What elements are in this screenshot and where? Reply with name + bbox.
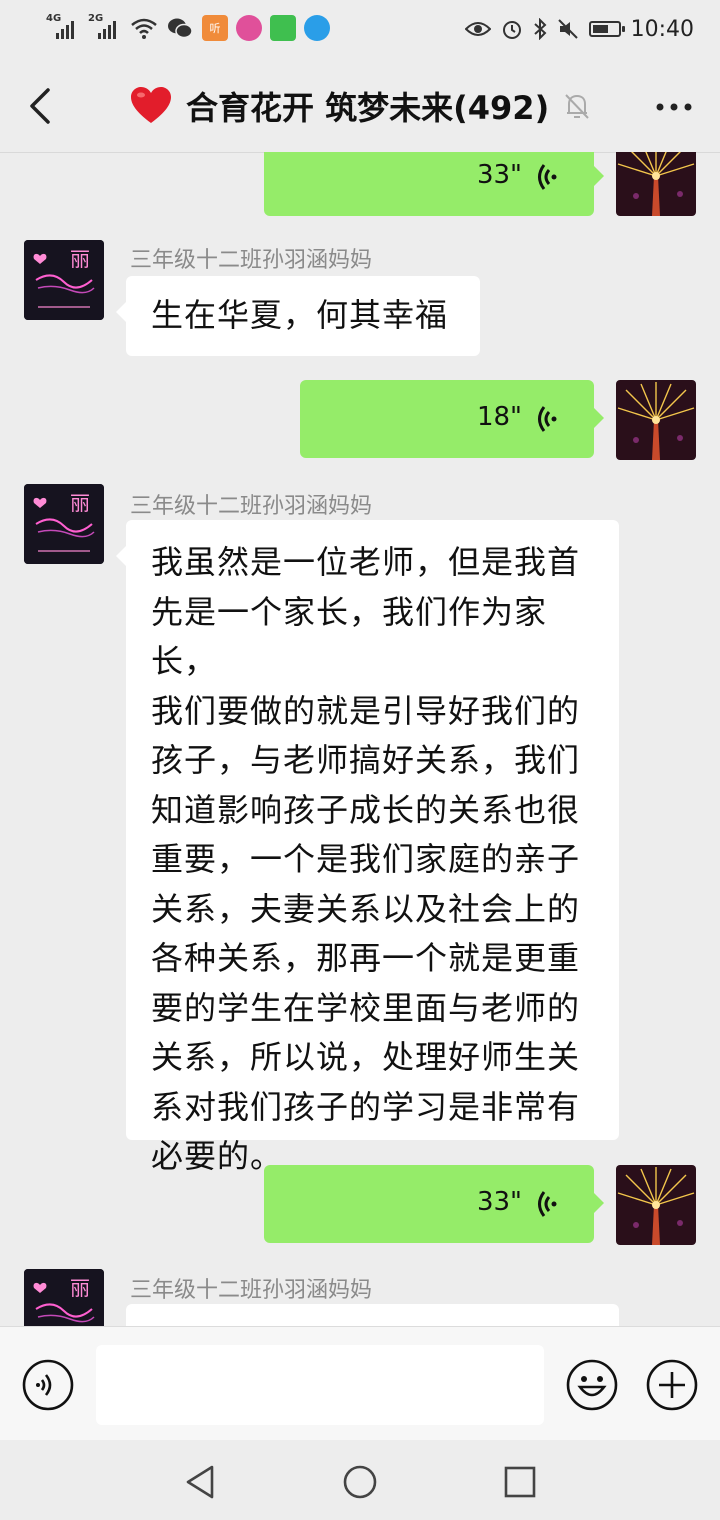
signal-icon: 4G <box>46 13 80 41</box>
more-icon[interactable] <box>654 92 694 122</box>
sender-name: 三年级十二班孙羽涵妈妈 <box>130 1278 373 1303</box>
nav-back-icon[interactable] <box>180 1462 220 1502</box>
svg-text:丽: 丽 <box>70 1276 90 1300</box>
chat-area[interactable]: 33" 丽 三年级十二班孙羽涵妈妈 生在华夏，何其幸福 18" 丽 三年级十二班… <box>0 152 720 1326</box>
my-avatar[interactable] <box>616 380 696 460</box>
voice-wave-icon <box>538 1191 557 1217</box>
voice-message[interactable]: 18" <box>300 380 604 458</box>
eye-icon <box>464 22 491 36</box>
message-text-line: 生在华夏，何其幸福 <box>151 296 449 334</box>
message-input[interactable] <box>96 1345 544 1425</box>
member-avatar[interactable]: 丽 <box>24 240 104 320</box>
wifi-icon <box>131 18 157 39</box>
voice-message[interactable]: 33" <box>264 1165 604 1243</box>
message-text-line: 关系，夫妻关系以及社会上的 <box>151 889 581 928</box>
message-text-line: 孩子，与老师搞好关系，我们 <box>151 741 581 779</box>
app-icon: 听 <box>202 15 228 41</box>
text-message[interactable]: 生在华夏，何其幸福 <box>116 276 480 356</box>
nav-recent-icon[interactable] <box>500 1462 540 1502</box>
app-icon-2 <box>236 15 262 41</box>
message-text-line: 知道影响孩子成长的关系也很 <box>151 790 581 829</box>
voice-duration: 18" <box>476 402 522 432</box>
status-time: 10:40 <box>630 16 694 42</box>
nav-home-icon[interactable] <box>340 1462 380 1502</box>
message-text-line: 系对我们孩子的学习是非常有 <box>151 1087 581 1126</box>
message-text-line: 关系，所以说，处理好师生关 <box>151 1038 581 1076</box>
voice-wave-icon <box>538 164 557 190</box>
message-text-line: 各种关系，那再一个就是更重 <box>151 939 581 977</box>
message-text-line: 我们要做的就是引导好我们的 <box>151 691 581 730</box>
heart-icon <box>131 87 171 123</box>
battery-icon <box>588 21 625 37</box>
chat-title: 合育花开 筑梦未来(492) <box>186 89 550 127</box>
chat-header: 合育花开 筑梦未来(492) <box>0 60 720 153</box>
member-avatar[interactable]: 丽 <box>24 484 104 564</box>
message-text-line: 重要，一个是我们家庭的亲子 <box>151 840 581 878</box>
message-text-line: 先是一个家长，我们作为家长， <box>151 592 548 681</box>
message-text-line: 我虽然是一位老师，但是我首 <box>151 543 581 581</box>
input-bar <box>0 1326 720 1441</box>
voice-duration: 33" <box>476 1187 522 1217</box>
status-right: 10:40 <box>464 12 694 46</box>
sender-name: 三年级十二班孙羽涵妈妈 <box>130 494 373 519</box>
voice-message[interactable]: 33" <box>264 152 604 216</box>
voice-wave-icon <box>538 406 557 432</box>
mute-bell-icon <box>565 94 589 119</box>
wechat-icon <box>168 18 193 39</box>
my-avatar[interactable] <box>616 1165 696 1245</box>
signal-icon-2: 2G <box>88 13 122 41</box>
alarm-icon <box>502 21 521 39</box>
sender-name: 三年级十二班孙羽涵妈妈 <box>130 248 373 273</box>
emoji-icon[interactable] <box>566 1359 618 1411</box>
text-message[interactable]: 我虽然是一位老师，但是我首 先是一个家长，我们作为家长， 我们要做的就是引导好我… <box>116 520 619 1175</box>
member-avatar[interactable]: 丽 <box>24 1269 104 1326</box>
text-message[interactable] <box>126 1304 619 1326</box>
my-avatar[interactable] <box>616 152 696 216</box>
system-nav-bar <box>0 1440 720 1520</box>
svg-text:丽: 丽 <box>70 491 90 515</box>
chat-title-area: 合育花开 筑梦未来(492) <box>130 82 591 130</box>
app-icon-4 <box>304 15 330 41</box>
back-icon[interactable] <box>22 82 62 130</box>
svg-text:丽: 丽 <box>70 247 90 271</box>
status-left: 4G 2G 听 <box>46 12 330 44</box>
voice-duration: 33" <box>476 160 522 190</box>
status-bar: 4G 2G 听 10:40 <box>0 0 720 60</box>
mute-icon <box>557 19 578 39</box>
message-text-line: 要的学生在学校里面与老师的 <box>151 988 581 1027</box>
app-icon-3 <box>270 15 296 41</box>
voice-input-icon[interactable] <box>22 1359 74 1411</box>
plus-icon[interactable] <box>646 1359 698 1411</box>
bluetooth-icon <box>533 18 547 40</box>
